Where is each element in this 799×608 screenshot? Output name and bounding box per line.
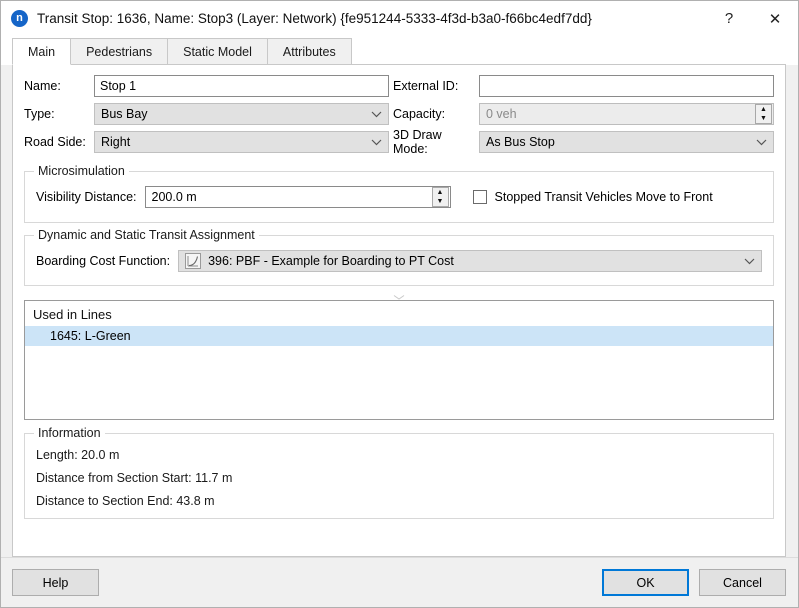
capacity-field-wrap: 0 veh ▲ ▼ bbox=[479, 103, 774, 125]
information-group-title: Information bbox=[34, 426, 105, 440]
used-in-lines-panel: Used in Lines 1645: L-Green bbox=[24, 300, 774, 420]
tab-main[interactable]: Main bbox=[12, 38, 72, 65]
move-to-front-checkbox[interactable] bbox=[472, 190, 487, 204]
boarding-cost-dropdown[interactable]: 396: PBF - Example for Boarding to PT Co… bbox=[178, 250, 762, 272]
road-side-label: Road Side: bbox=[24, 135, 86, 149]
boarding-cost-value: 396: PBF - Example for Boarding to PT Co… bbox=[208, 254, 454, 268]
draw-mode-field-wrap: As Bus Stop bbox=[479, 131, 774, 153]
spinner-down-icon[interactable]: ▼ bbox=[433, 197, 448, 206]
visibility-distance-label: Visibility Distance: bbox=[36, 190, 137, 204]
tab-bar: Main Pedestrians Static Model Attributes bbox=[1, 37, 798, 65]
visibility-distance-wrap: 200.0 m ▲ ▼ bbox=[144, 186, 451, 208]
move-to-front-label: Stopped Transit Vehicles Move to Front bbox=[494, 190, 713, 204]
external-id-input[interactable] bbox=[479, 75, 774, 97]
boarding-cost-label: Boarding Cost Function: bbox=[36, 254, 171, 268]
cancel-button[interactable]: Cancel bbox=[699, 569, 786, 596]
row-name: Name: Stop 1 External ID: bbox=[24, 75, 774, 97]
name-input[interactable]: Stop 1 bbox=[94, 75, 389, 97]
name-field-wrap: Stop 1 bbox=[94, 75, 389, 97]
chevron-down-icon bbox=[368, 134, 384, 150]
transit-assignment-group-title: Dynamic and Static Transit Assignment bbox=[34, 228, 259, 242]
transit-stop-dialog: n Transit Stop: 1636, Name: Stop3 (Layer… bbox=[0, 0, 799, 608]
external-id-label: External ID: bbox=[393, 79, 459, 93]
tab-pedestrians[interactable]: Pedestrians bbox=[70, 38, 169, 65]
list-item[interactable]: 1645: L-Green bbox=[25, 326, 773, 346]
tab-panel-main: Name: Stop 1 External ID: Type: Bus Bay … bbox=[12, 65, 786, 557]
capacity-spinner-arrows[interactable]: ▲ ▼ bbox=[755, 104, 772, 124]
type-value: Bus Bay bbox=[101, 107, 148, 121]
app-logo-icon: n bbox=[11, 10, 28, 27]
info-length: Length: 20.0 m bbox=[36, 448, 120, 462]
draw-mode-label: 3D Draw Mode: bbox=[393, 128, 442, 156]
tab-static-model[interactable]: Static Model bbox=[167, 38, 268, 65]
draw-mode-dropdown[interactable]: As Bus Stop bbox=[479, 131, 774, 153]
spinner-down-icon[interactable]: ▼ bbox=[756, 114, 771, 123]
visibility-distance-stepper[interactable]: 200.0 m ▲ ▼ bbox=[144, 186, 451, 208]
tab-attributes[interactable]: Attributes bbox=[266, 38, 352, 65]
microsimulation-group: Microsimulation Visibility Distance: 200… bbox=[24, 164, 774, 223]
boarding-cost-wrap: 396: PBF - Example for Boarding to PT Co… bbox=[178, 250, 762, 272]
spinner-up-icon[interactable]: ▲ bbox=[756, 105, 771, 114]
transit-assignment-group: Dynamic and Static Transit Assignment Bo… bbox=[24, 228, 774, 286]
info-distance-to-end: Distance to Section End: 43.8 m bbox=[36, 494, 215, 508]
row-type: Type: Bus Bay Capacity: 0 veh ▲ ▼ bbox=[24, 103, 774, 125]
type-field-wrap: Bus Bay bbox=[94, 103, 389, 125]
road-side-dropdown[interactable]: Right bbox=[94, 131, 389, 153]
visibility-distance-spinner-arrows[interactable]: ▲ ▼ bbox=[431, 187, 449, 207]
information-group: Information Length: 20.0 m Distance from… bbox=[24, 426, 774, 519]
row-road-side: Road Side: Right 3D Draw Mode: As Bus St… bbox=[24, 128, 774, 156]
draw-mode-value: As Bus Stop bbox=[486, 135, 555, 149]
spinner-up-icon[interactable]: ▲ bbox=[433, 188, 448, 197]
capacity-label: Capacity: bbox=[393, 107, 446, 121]
function-curve-icon bbox=[185, 253, 202, 269]
dialog-footer: Help OK Cancel bbox=[1, 557, 798, 607]
ok-button[interactable]: OK bbox=[602, 569, 689, 596]
chevron-down-icon bbox=[368, 106, 384, 122]
name-label: Name: bbox=[24, 79, 61, 93]
help-icon[interactable]: ? bbox=[706, 2, 752, 36]
type-label: Type: bbox=[24, 107, 55, 121]
visibility-distance-value: 200.0 m bbox=[151, 190, 197, 204]
road-side-field-wrap: Right bbox=[94, 131, 389, 153]
chevron-down-icon bbox=[741, 253, 757, 269]
close-icon[interactable]: ✕ bbox=[752, 2, 798, 36]
type-dropdown[interactable]: Bus Bay bbox=[94, 103, 389, 125]
capacity-stepper[interactable]: 0 veh ▲ ▼ bbox=[479, 103, 774, 125]
move-to-front-checkbox-wrap[interactable]: Stopped Transit Vehicles Move to Front bbox=[472, 190, 713, 204]
chevron-down-icon bbox=[753, 134, 769, 150]
title-bar: n Transit Stop: 1636, Name: Stop3 (Layer… bbox=[1, 1, 798, 37]
capacity-value: 0 veh bbox=[486, 107, 517, 121]
used-in-lines-title: Used in Lines bbox=[33, 307, 112, 322]
external-id-field-wrap bbox=[479, 75, 774, 97]
help-button[interactable]: Help bbox=[12, 569, 99, 596]
window-title: Transit Stop: 1636, Name: Stop3 (Layer: … bbox=[37, 11, 592, 26]
info-distance-from-start: Distance from Section Start: 11.7 m bbox=[36, 471, 233, 485]
microsimulation-group-title: Microsimulation bbox=[34, 164, 129, 178]
road-side-value: Right bbox=[101, 135, 131, 149]
